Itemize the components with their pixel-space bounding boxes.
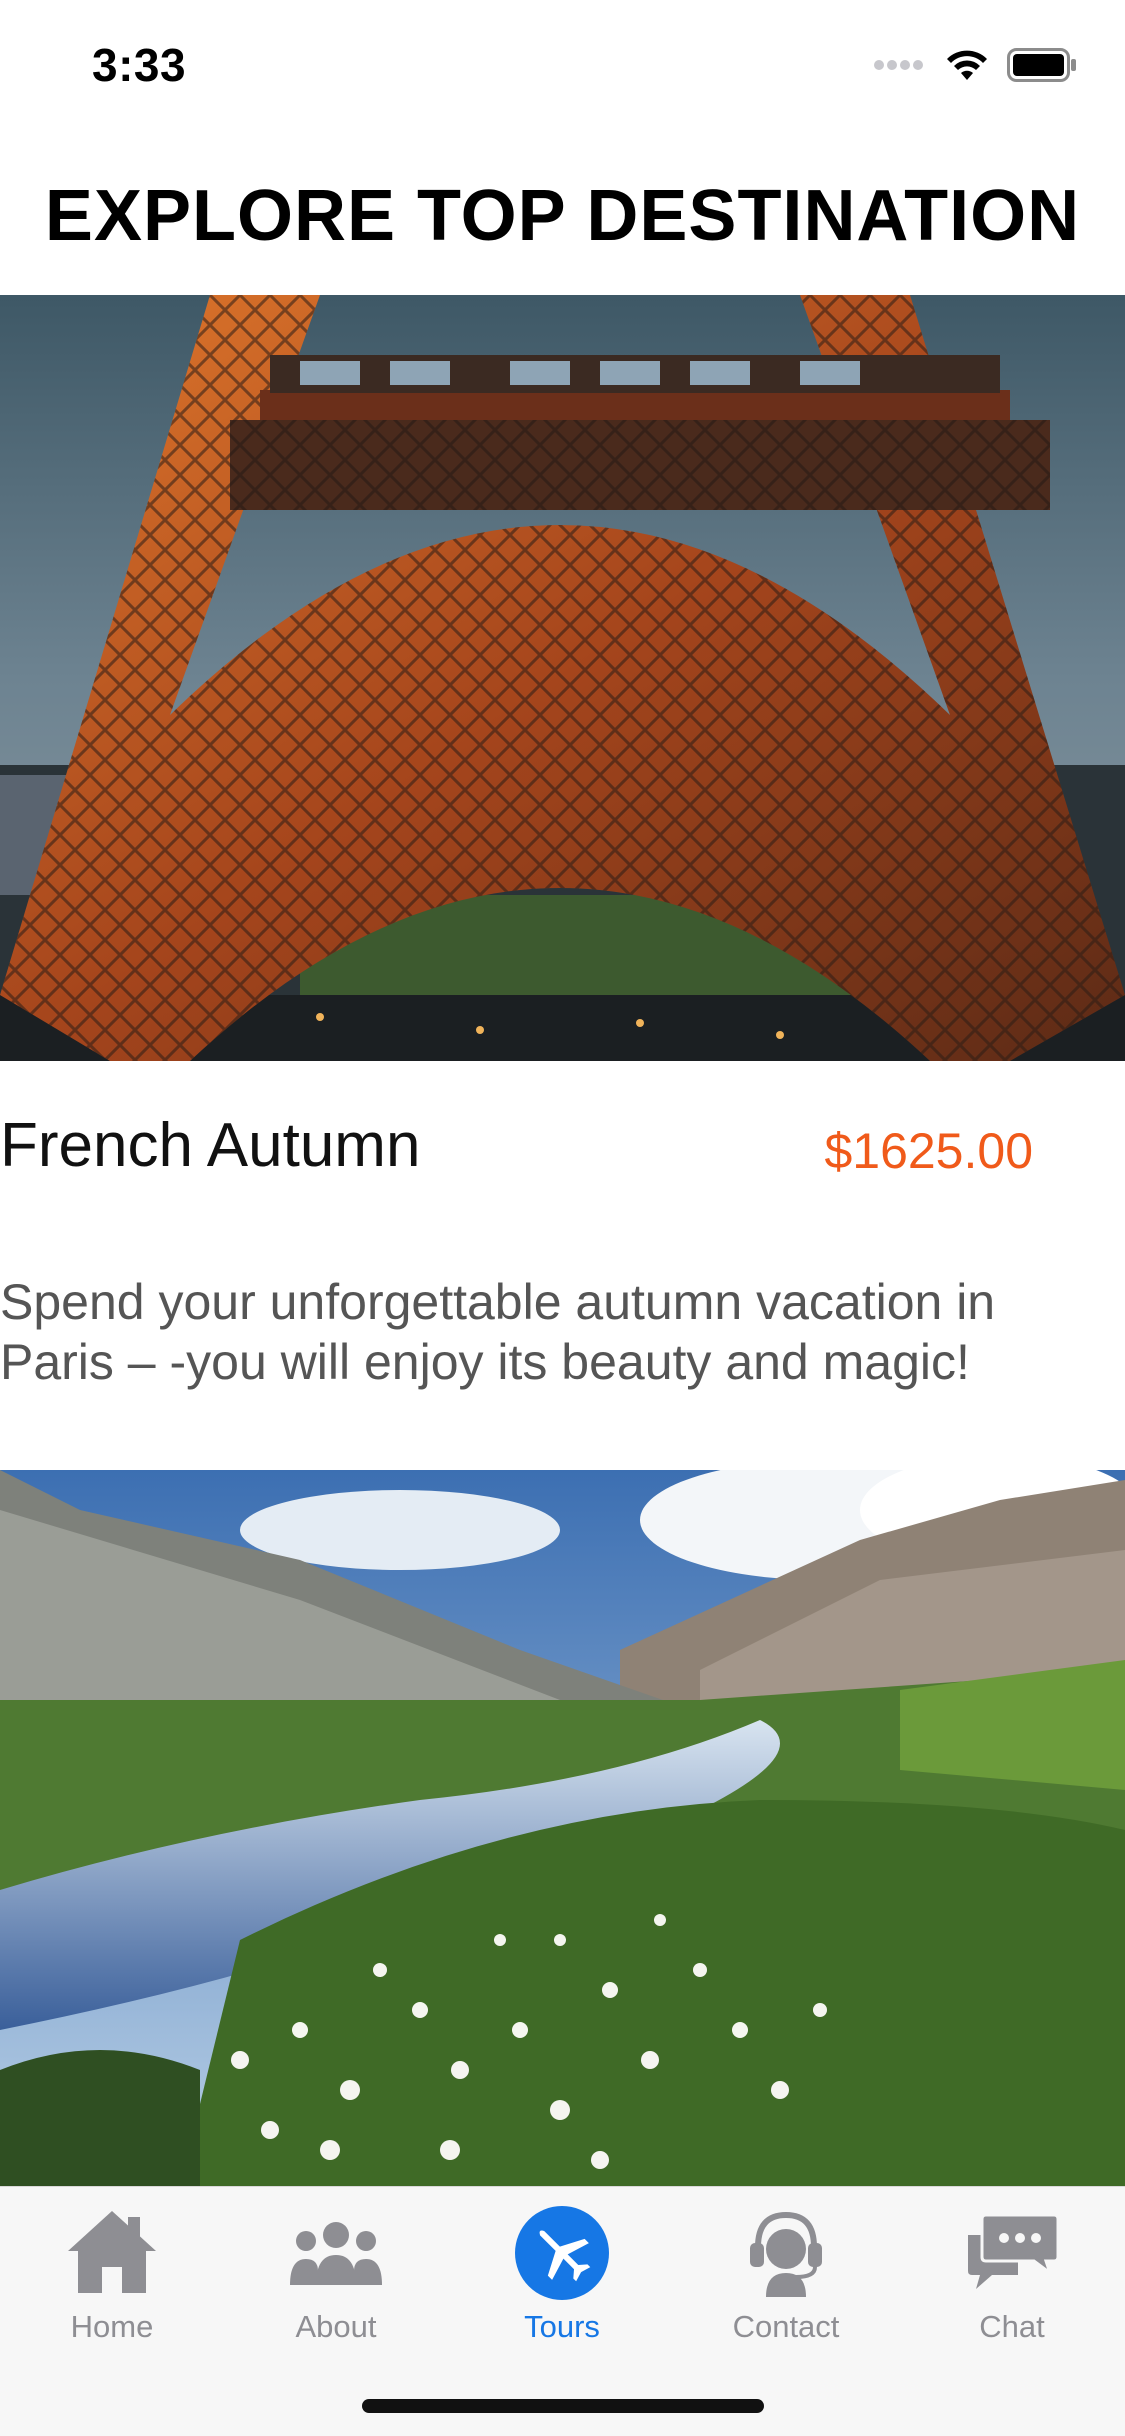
page-title: EXPLORE TOP DESTINATION — [44, 176, 1081, 256]
tour-description: Spend your unforgettable autumn vacation… — [0, 1274, 996, 1390]
tab-chat[interactable]: Chat — [922, 2205, 1102, 2355]
tab-tours[interactable]: Tours — [472, 2205, 652, 2355]
tab-chat-label: Chat — [979, 2309, 1045, 2344]
status-indicators — [873, 48, 1077, 82]
tab-home-label: Home — [70, 2309, 154, 2344]
tour-price: $1625.00 — [824, 1123, 1033, 1179]
tab-bar: Home About Tours Contact Chat — [0, 2186, 1125, 2436]
tab-tours-label: Tours — [524, 2309, 600, 2344]
wifi-icon — [947, 50, 987, 80]
people-icon — [290, 2222, 382, 2285]
tab-about-label: About — [295, 2309, 377, 2344]
airplane-icon — [515, 2206, 609, 2300]
tour-image-eiffel-tower[interactable] — [0, 295, 1125, 1061]
screen: 3:33 EXPLORE TOP DESTINATION French Autu… — [0, 0, 1125, 2436]
tab-home[interactable]: Home — [22, 2205, 202, 2355]
tab-about[interactable]: About — [246, 2205, 426, 2355]
mountain-valley-illustration — [0, 1470, 1125, 2186]
support-agent-icon — [750, 2211, 822, 2297]
chat-bubbles-icon — [968, 2213, 1060, 2289]
home-icon — [68, 2211, 156, 2293]
battery-icon — [1007, 48, 1076, 82]
status-bar: 3:33 — [0, 0, 1125, 140]
signal-icon — [874, 60, 923, 70]
eiffel-tower-illustration — [0, 295, 1125, 1061]
tour-image-mountain-valley[interactable] — [0, 1470, 1125, 2186]
tab-contact[interactable]: Contact — [696, 2205, 876, 2355]
tab-contact-label: Contact — [732, 2309, 840, 2344]
status-time: 3:33 — [92, 39, 187, 91]
tour-title[interactable]: French Autumn — [0, 1110, 420, 1181]
home-indicator[interactable] — [362, 2399, 764, 2413]
